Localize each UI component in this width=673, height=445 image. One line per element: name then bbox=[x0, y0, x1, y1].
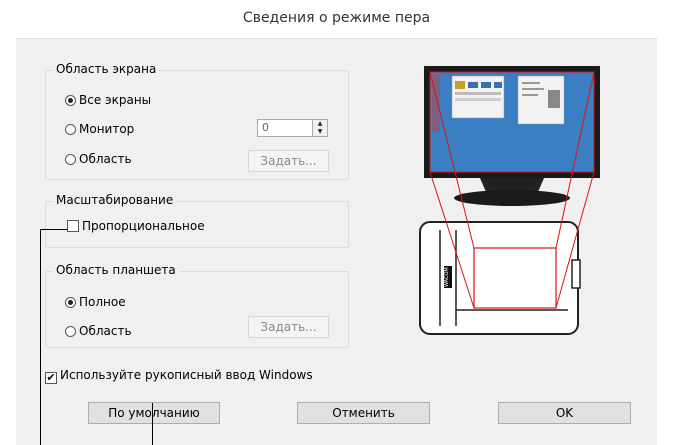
radio-monitor[interactable]: Монитор bbox=[65, 122, 134, 136]
radio-tablet-area-button[interactable] bbox=[65, 326, 76, 337]
radio-screen-area-label: Область bbox=[79, 152, 132, 166]
screen-area-set-button[interactable]: Задать... bbox=[248, 150, 329, 172]
pen-mode-dialog: Сведения о режиме пера Область экрана Вс… bbox=[0, 0, 673, 445]
window-border-right bbox=[657, 0, 673, 445]
proportional-checkbox[interactable]: Пропорциональное bbox=[67, 219, 205, 233]
pen-mapping-illustration: WACOM bbox=[419, 66, 600, 335]
ok-button[interactable]: OK bbox=[498, 402, 631, 424]
radio-monitor-label: Монитор bbox=[79, 122, 135, 136]
callout-line-center bbox=[152, 403, 153, 445]
monitor-stepper[interactable]: 0 ▲ ▼ bbox=[257, 119, 328, 137]
radio-tablet-full-button[interactable] bbox=[65, 297, 76, 308]
screen-area-legend: Область экрана bbox=[53, 62, 160, 76]
callout-line-horizontal bbox=[40, 229, 67, 230]
scaling-legend: Масштабирование bbox=[53, 193, 177, 207]
monitor-icon bbox=[424, 66, 600, 206]
checkmark-icon: ✔ bbox=[46, 371, 56, 384]
tablet-icon: WACOM bbox=[419, 221, 581, 335]
radio-all-screens[interactable]: Все экраны bbox=[65, 93, 151, 107]
stepper-up-icon[interactable]: ▲ bbox=[313, 120, 327, 128]
tablet-brand-logo: WACOM bbox=[444, 267, 450, 287]
radio-tablet-area[interactable]: Область bbox=[65, 324, 132, 338]
radio-tablet-full[interactable]: Полное bbox=[65, 295, 126, 309]
radio-all-screens-label: Все экраны bbox=[79, 93, 152, 107]
dialog-title: Сведения о режиме пера bbox=[242, 10, 431, 26]
default-button[interactable]: По умолчанию bbox=[88, 402, 220, 424]
radio-screen-area-button[interactable] bbox=[65, 154, 76, 165]
radio-tablet-full-label: Полное bbox=[79, 295, 126, 309]
stepper-down-icon[interactable]: ▼ bbox=[313, 128, 327, 136]
callout-line-left bbox=[40, 229, 41, 445]
window-border-left bbox=[0, 0, 16, 445]
tablet-area-set-button[interactable]: Задать... bbox=[248, 316, 329, 338]
windows-ink-label: Используйте рукописный ввод Windows bbox=[60, 368, 313, 382]
title-bar: Сведения о режиме пера bbox=[0, 0, 673, 39]
windows-ink-checkbox[interactable]: ✔ Используйте рукописный ввод Windows bbox=[45, 368, 313, 384]
proportional-checkbox-box[interactable] bbox=[67, 220, 79, 232]
radio-all-screens-button[interactable] bbox=[65, 95, 76, 106]
radio-tablet-area-label: Область bbox=[79, 324, 132, 338]
radio-screen-area[interactable]: Область bbox=[65, 152, 132, 166]
radio-monitor-button[interactable] bbox=[65, 124, 76, 135]
monitor-stepper-arrows[interactable]: ▲ ▼ bbox=[312, 120, 327, 136]
windows-ink-checkbox-box[interactable]: ✔ bbox=[45, 372, 57, 384]
cancel-button[interactable]: Отменить bbox=[297, 402, 430, 424]
monitor-stepper-value: 0 bbox=[262, 121, 269, 134]
tablet-area-legend: Область планшета bbox=[53, 263, 179, 277]
proportional-label: Пропорциональное bbox=[82, 219, 205, 233]
